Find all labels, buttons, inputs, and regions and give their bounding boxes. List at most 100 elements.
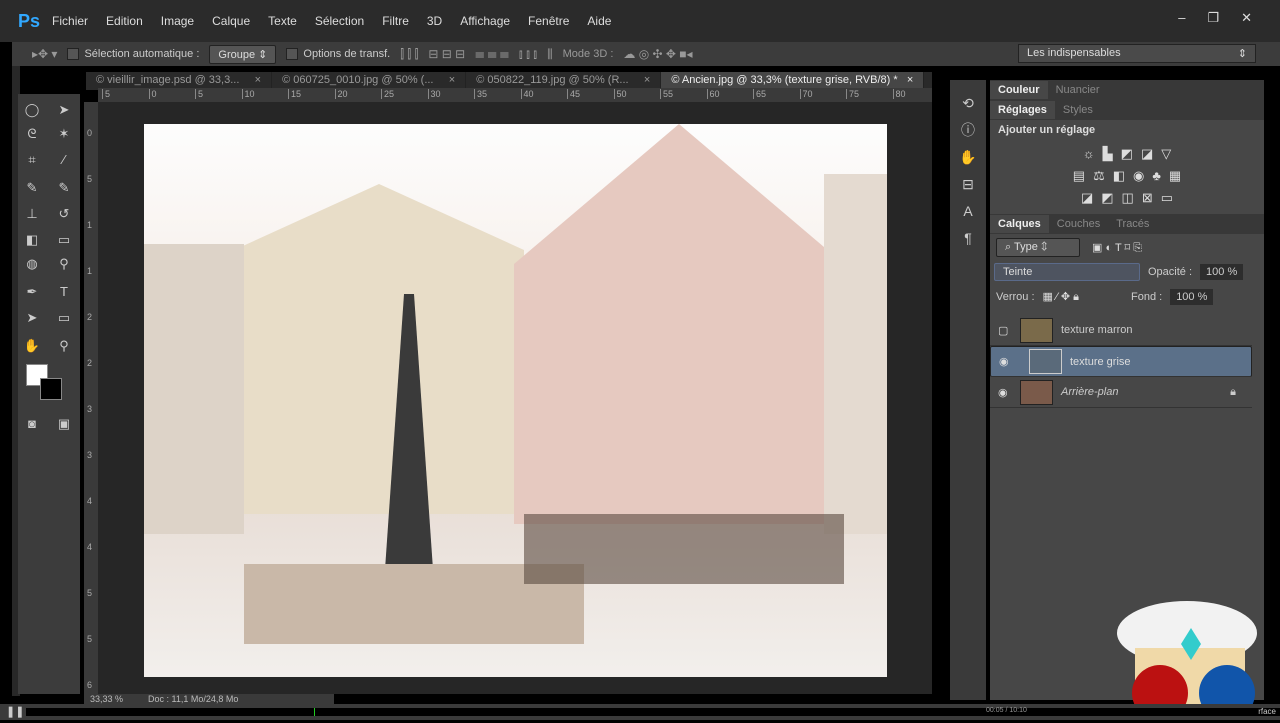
ruler-tick: 5 [195,89,203,99]
layer-filter-icons[interactable]: ▣ ◐ T ⌑ ⎘ [1092,241,1142,255]
exposure-icon: ◪ [1140,146,1154,161]
screen-mode-icon[interactable]: ▣ [54,414,74,434]
menu-selection[interactable]: Sélection [315,14,364,28]
layer-texture-grise[interactable]: ◉ texture grise [990,346,1252,377]
blur-tool-icon[interactable]: ◍ [22,254,42,274]
workspace-dropdown[interactable]: Les indispensables ⇕ [1018,44,1256,63]
lock-icons[interactable]: ▦ ⁄ ✥ 🔒︎ [1043,290,1079,304]
eye-icon[interactable]: ◉ [998,386,1008,399]
auto-select-checkbox[interactable]: Sélection automatique : [67,48,199,61]
menu-filtre[interactable]: Filtre [382,14,409,28]
move-tool-icon[interactable]: ▸✥ ▾ [32,47,57,61]
layer-filter-dropdown[interactable]: ⌕ Type ⇕ [996,238,1080,257]
gradient-tool-icon[interactable]: ▭ [54,230,74,250]
layer-texture-marron[interactable]: ▢ texture marron [990,315,1252,346]
auto-select-dropdown[interactable]: Groupe ⇕ [209,44,277,64]
fill-input[interactable]: 100 % [1170,289,1214,305]
close-button[interactable]: ✕ [1241,10,1252,26]
visibility-toggle[interactable]: ▢ [998,324,1008,337]
ruler-tick: 80 [892,89,906,99]
menu-fenetre[interactable]: Fenêtre [528,14,569,28]
dodge-tool-icon[interactable]: ⚲ [54,254,74,274]
tab-styles[interactable]: Styles [1055,101,1101,119]
crop-tool-icon[interactable]: ⌗ [22,150,42,170]
adjustment-icons-row-2[interactable]: ▤ ⚖ ◧ ◉ ♣ ▦ [990,168,1264,184]
tab-couches[interactable]: Couches [1049,215,1108,233]
menu-3d[interactable]: 3D [427,14,442,28]
photo-filter-icon: ◉ [1133,168,1145,183]
pause-icon[interactable]: ❚❚ [6,705,24,718]
menu-edition[interactable]: Edition [106,14,143,28]
brush-tool-icon[interactable]: ✎ [54,178,74,198]
close-tab-icon[interactable]: × [449,74,455,86]
align-icons[interactable]: ⫿ ⫿ ⫿ ⊟ ⊟ ⊟ ☰ ☰ ☰ ⫾ ⫾ ⫾ ⫼ [400,47,552,62]
levels-icon: ▙ [1102,146,1113,161]
adjustment-icons-row-3[interactable]: ◪ ◩ ◫ ⊠ ▭ [990,190,1264,206]
paragraph-icon[interactable]: ¶ [950,225,986,252]
tab-reglages[interactable]: Réglages [990,101,1055,119]
menu-aide[interactable]: Aide [587,14,611,28]
eye-icon[interactable]: ◉ [999,355,1009,368]
restore-button[interactable]: ❐ [1207,10,1219,26]
horizontal-ruler: 5 0 5 10 15 20 25 30 35 40 45 50 55 60 65 70 75 80 [98,88,932,102]
menu-image[interactable]: Image [161,14,194,28]
opacity-input[interactable]: 100 % [1200,264,1244,280]
ruler-tick: 5 [87,174,93,184]
path-selection-icon[interactable]: ➤ [22,308,42,328]
tab-traces[interactable]: Tracés [1108,215,1157,233]
background-color[interactable] [40,378,62,400]
menu-fichier[interactable]: Fichier [52,14,88,28]
close-tab-icon[interactable]: × [907,74,913,86]
move-tool-icon[interactable]: ➤ [54,100,74,120]
history-brush-icon[interactable]: ↺ [54,204,74,224]
layers-list: ▢ texture marron ◉ texture grise ◉ Arrière-… [990,315,1252,408]
tool-presets-icon[interactable]: ✋ [950,144,986,171]
video-seek-bar[interactable] [26,708,1280,716]
history-icon[interactable]: ⟲ [950,90,986,117]
quick-mask-icon[interactable]: ◙ [22,414,42,434]
transform-options-checkbox[interactable]: Options de transf. [286,48,390,61]
menu-affichage[interactable]: Affichage [460,14,510,28]
brush-presets-icon[interactable]: ⊟ [950,171,986,198]
zoom-tool-icon[interactable]: ⚲ [54,336,74,356]
magic-wand-icon[interactable]: ✶ [54,124,74,144]
ruler-tick: 20 [334,89,348,99]
close-tab-icon[interactable]: × [644,74,650,86]
close-tab-icon[interactable]: × [255,74,261,86]
layer-arriere-plan[interactable]: ◉ Arrière-plan 🔒︎ [990,377,1252,408]
stamp-tool-icon[interactable]: ⊥ [22,204,42,224]
video-progress-marker [314,708,316,716]
ruler-tick: 10 [241,89,255,99]
tools-panel: ◯ ➤ ᘓ ✶ ⌗ ⁄ ✎ ✎ ⊥ ↺ ◧ ▭ ◍ ⚲ ✒ T ➤ ▭ ✋ ⚲ … [18,94,80,694]
menu-texte[interactable]: Texte [268,14,297,28]
tab-nuancier[interactable]: Nuancier [1048,81,1108,99]
photoshop-logo: Ps [18,10,41,31]
black-white-icon: ◧ [1112,168,1126,183]
character-icon[interactable]: A [950,198,986,225]
document-image[interactable] [144,124,887,677]
tab-calques[interactable]: Calques [990,215,1049,233]
pen-tool-icon[interactable]: ✒ [22,282,42,302]
ruler-tick: 45 [567,89,580,99]
rectangle-tool-icon[interactable]: ▭ [54,308,74,328]
blend-mode-dropdown[interactable]: Teinte [994,263,1140,281]
3d-tools-icons[interactable]: ☁ ◎ ✣ ✥ ■◂ [623,47,692,61]
eraser-tool-icon[interactable]: ◧ [22,230,42,250]
adjustment-icons-row-1[interactable]: ☼ ▙ ◩ ◪ ▽ [990,146,1264,162]
marquee-tool-icon[interactable]: ◯ [22,100,42,120]
eyedropper-icon[interactable]: ⁄ [54,150,74,170]
type-tool-icon[interactable]: T [54,282,74,302]
info-icon[interactable]: ⓘ [950,117,986,144]
healing-brush-icon[interactable]: ✎ [22,178,42,198]
hand-tool-icon[interactable]: ✋ [22,336,42,356]
ruler-tick: 65 [753,89,766,99]
selective-color-icon: ⊠ [1141,190,1153,205]
adjust-title: Ajouter un réglage [998,124,1096,136]
status-bar: 33,33 % Doc : 11,1 Mo/24,8 Mo [84,694,334,704]
minimize-button[interactable]: – [1178,10,1185,26]
lasso-tool-icon[interactable]: ᘓ [22,124,42,144]
tab-couleur[interactable]: Couleur [990,81,1048,99]
color-lookup-icon: ▦ [1168,168,1182,183]
video-player-bar: ❚❚ 00:05 / 10:10 rface [0,704,1280,720]
menu-calque[interactable]: Calque [212,14,250,28]
